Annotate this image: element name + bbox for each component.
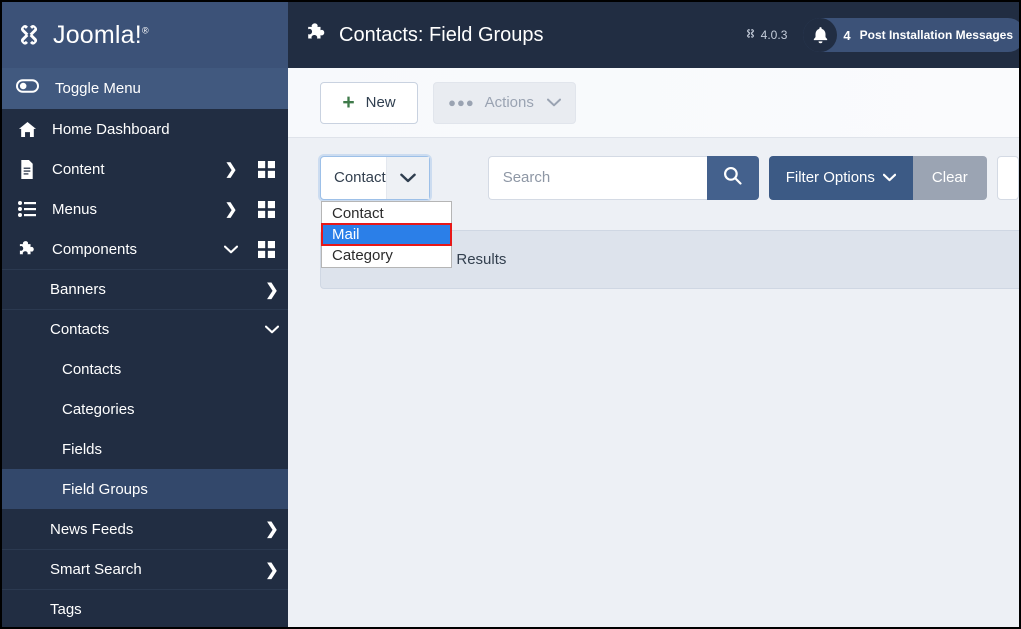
sidebar-item-label: Tags [50,601,82,618]
brand-name: Joomla!® [53,20,149,49]
document-icon [16,159,38,179]
filter-bar: Contact Contact Mail Category Filter [288,139,1019,268]
message-count-badge: 4 [843,27,851,43]
toggle-menu-button[interactable]: Toggle Menu [2,68,288,109]
sidebar-item-smart-search[interactable]: Smart Search ❯ [2,549,288,589]
chevron-down-icon [546,98,561,107]
joomla-admin-window: Joomla!® Toggle Menu Home Dashboard Cont… [0,0,1021,629]
sidebar-item-label: Menus [52,200,98,218]
context-option-contact[interactable]: Contact [322,203,451,224]
sidebar-item-field-groups[interactable]: Field Groups [2,469,288,509]
dashboard-grid-icon[interactable] [244,200,288,218]
sidebar-item-label: Field Groups [62,480,148,498]
toggle-menu-label: Toggle Menu [55,80,141,97]
version-number: 4.0.3 [760,28,788,42]
actions-button: ●●● Actions [433,81,576,124]
sidebar-item-label: Categories [62,400,135,418]
version-indicator: 4.0.3 [744,27,788,43]
sidebar-item-categories[interactable]: Categories [2,389,288,429]
chevron-right-icon[interactable]: ❯ [256,280,288,300]
sidebar-item-menus[interactable]: Menus ❯ [2,189,288,229]
sidebar-item-label: Content [52,160,105,178]
chevron-right-icon[interactable]: ❯ [218,160,244,178]
brand-header[interactable]: Joomla!® [2,2,288,68]
dashboard-grid-icon[interactable] [244,160,288,178]
sidebar-item-news-feeds[interactable]: News Feeds ❯ [2,509,288,549]
chevron-down-icon[interactable] [385,156,429,199]
sidebar-item-label: Fields [62,440,103,458]
new-button[interactable]: + New [320,81,418,124]
sidebar-item-content[interactable]: Content ❯ [2,149,288,189]
bell-icon [803,18,838,52]
sidebar-item-label: News Feeds [50,520,134,538]
sidebar-item-components[interactable]: Components [2,229,288,269]
dashboard-grid-icon[interactable] [244,240,288,258]
clear-button[interactable]: Clear [912,155,987,200]
context-select[interactable]: Contact Contact Mail Category [320,155,452,268]
chevron-down-icon[interactable] [218,245,244,254]
chevron-right-icon[interactable]: ❯ [256,519,288,539]
sidebar-item-label: Home Dashboard [52,120,170,138]
search-input[interactable] [487,155,707,200]
sidebar-item-label: Components [52,240,138,258]
list-icon [16,201,38,217]
sidebar-item-label: Contacts [62,360,122,378]
joomla-logo-icon [14,20,44,50]
sidebar-item-contacts-group[interactable]: Contacts [2,309,288,349]
sidebar: Joomla!® Toggle Menu Home Dashboard Cont… [2,2,288,627]
puzzle-icon [306,22,328,49]
home-icon [16,121,38,138]
ellipsis-icon: ●●● [448,95,475,110]
chevron-down-icon [882,173,896,182]
sidebar-item-label: Contacts [50,321,110,338]
context-option-category[interactable]: Category [322,245,451,266]
context-option-mail[interactable]: Mail [321,222,452,246]
toolbar: + New ●●● Actions [288,68,1019,138]
context-select-options[interactable]: Contact Mail Category [321,200,452,268]
sidebar-item-tags[interactable]: Tags [2,589,288,627]
message-label: Post Installation Messages [859,28,1013,42]
sidebar-item-label: Smart Search [50,561,142,578]
chevron-down-icon[interactable] [256,325,288,334]
filter-options-label: Filter Options [785,169,875,186]
joomla-mark-icon [744,27,757,43]
sidebar-item-label: Banners [50,281,106,298]
page-header: Contacts: Field Groups 4.0.3 4 Post Inst… [288,2,1019,68]
page-title-wrap: Contacts: Field Groups [288,22,744,49]
search-button[interactable] [706,155,759,200]
toggle-switch-icon [15,79,39,98]
clear-button-label: Clear [931,169,968,186]
post-installation-messages-button[interactable]: 4 Post Installation Messages [803,18,1019,52]
new-button-label: New [365,94,396,111]
page-title: Contacts: Field Groups [339,23,544,46]
search-group [487,155,759,200]
puzzle-icon [16,240,38,259]
search-icon [723,166,742,190]
chevron-right-icon[interactable]: ❯ [256,560,288,580]
plus-icon: + [342,91,355,114]
actions-button-label: Actions [484,94,534,111]
chevron-right-icon[interactable]: ❯ [218,200,244,218]
ordering-select[interactable] [996,155,1019,200]
context-select-value: Contact [334,169,386,186]
sidebar-item-fields[interactable]: Fields [2,429,288,469]
sidebar-item-banners[interactable]: Banners ❯ [2,269,288,309]
sidebar-item-contacts[interactable]: Contacts [2,349,288,389]
sidebar-item-home-dashboard[interactable]: Home Dashboard [2,109,288,149]
filter-options-button[interactable]: Filter Options [768,155,913,200]
